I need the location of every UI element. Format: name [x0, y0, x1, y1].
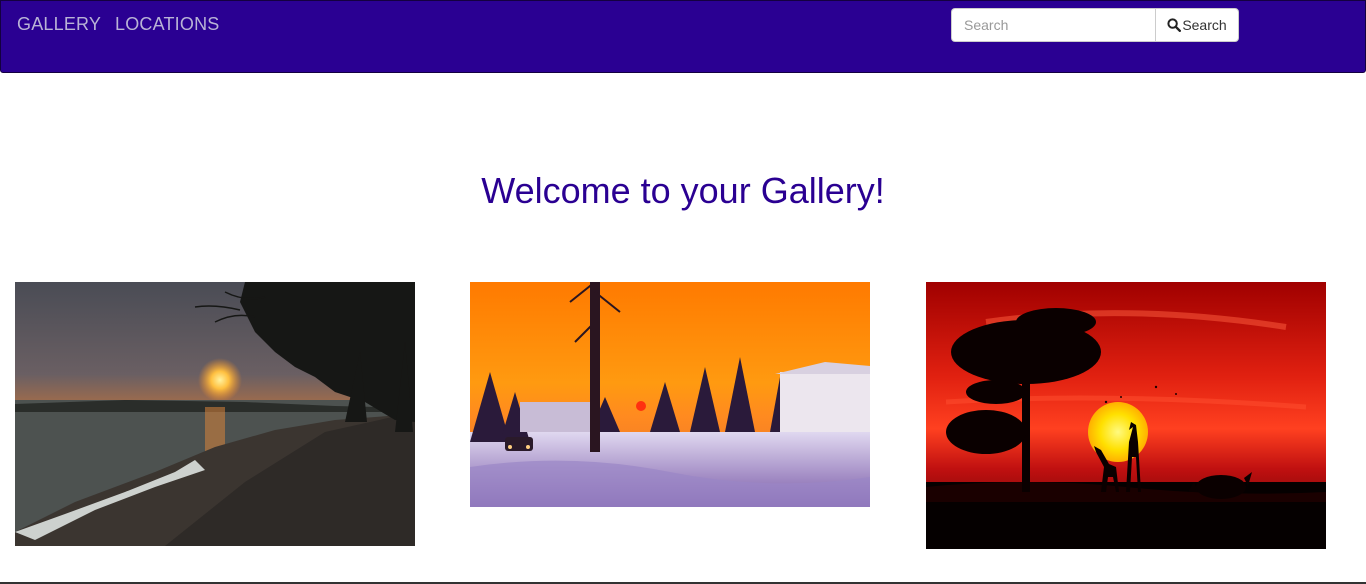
gallery-image-savanna-sunset[interactable] [926, 282, 1326, 549]
gallery-image-winter-sunset[interactable] [470, 282, 870, 507]
gallery-image-lake-sunset[interactable] [15, 282, 415, 546]
nav-link-gallery[interactable]: GALLERY [17, 14, 101, 35]
search-icon [1167, 18, 1182, 32]
search-form: Search [951, 8, 1239, 42]
search-button[interactable]: Search [1155, 8, 1239, 42]
search-input[interactable] [951, 8, 1155, 42]
search-button-label: Search [1182, 17, 1227, 33]
top-navbar: GALLERY LOCATIONS Search [0, 0, 1366, 73]
page-title: Welcome to your Gallery! [481, 170, 885, 211]
nav-link-locations[interactable]: LOCATIONS [115, 14, 219, 35]
